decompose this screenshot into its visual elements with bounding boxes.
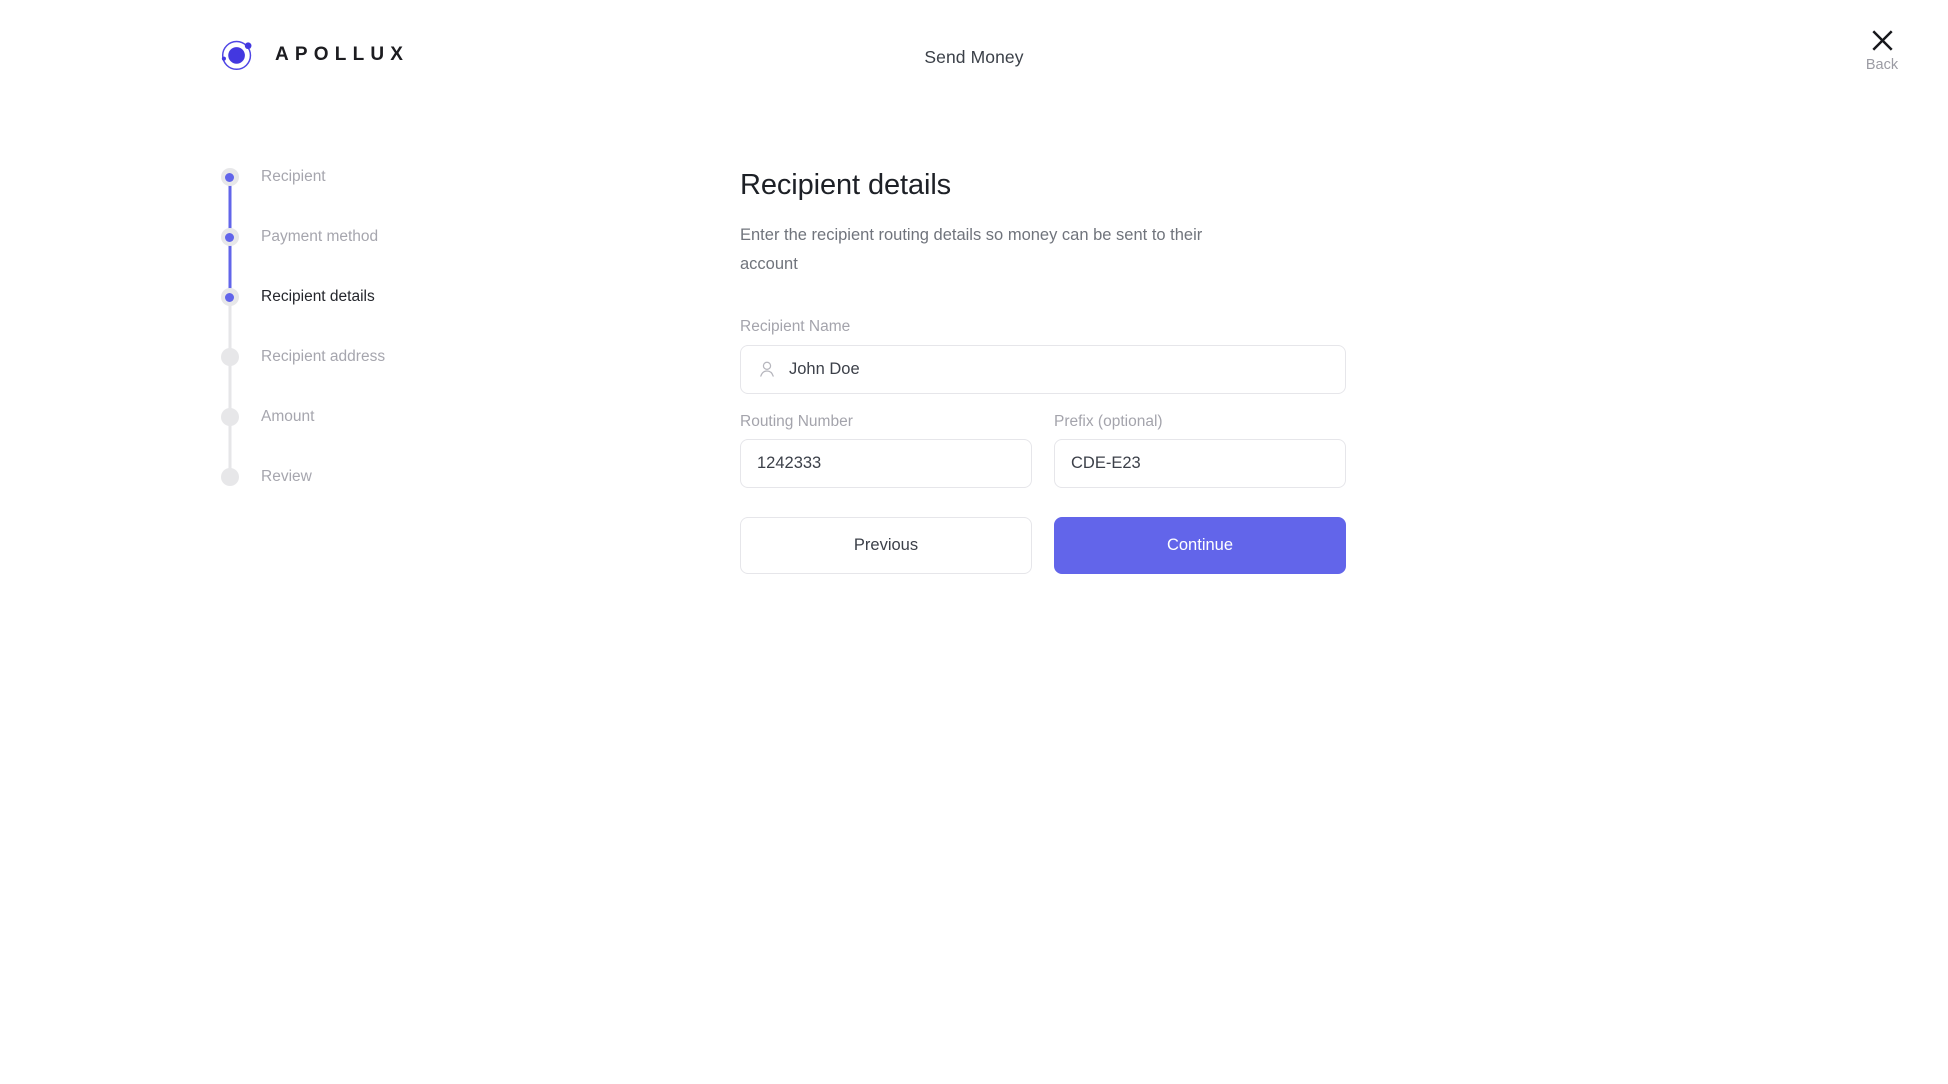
send-money-page: APOLLUX Send Money Back Recipient Paymen… (0, 0, 1948, 1084)
recipient-name-field: Recipient Name (740, 319, 1346, 394)
section-subtitle: Enter the recipient routing details so m… (740, 226, 1203, 274)
stepper-item-payment-method[interactable]: Payment method (219, 228, 549, 297)
recipient-details-form: Recipient Name Routing Number (740, 319, 1346, 575)
routing-number-input[interactable] (757, 454, 1015, 474)
prefix-input-box[interactable] (1054, 439, 1346, 489)
recipient-name-input[interactable] (789, 359, 1329, 379)
person-icon (760, 361, 774, 377)
recipient-name-input-box[interactable] (740, 344, 1346, 394)
step-rail (219, 228, 240, 297)
prefix-field: Prefix (optional) (1054, 414, 1346, 489)
routing-row: Routing Number Prefix (optional) (740, 414, 1346, 509)
step-dot (220, 168, 239, 186)
section-title: Recipient details (740, 169, 952, 201)
step-rail (219, 348, 240, 417)
stepper-label: Amount (261, 408, 315, 425)
routing-number-input-box[interactable] (740, 439, 1032, 489)
form-actions: Previous Continue (740, 517, 1346, 575)
stepper-label: Review (261, 468, 312, 485)
step-dot (220, 408, 239, 426)
stepper-item-recipient[interactable]: Recipient (219, 168, 549, 237)
stepper-label: Recipient address (261, 348, 386, 365)
stepper-item-amount[interactable]: Amount (219, 408, 549, 477)
step-rail (219, 288, 240, 357)
back-label: Back (1865, 57, 1899, 73)
step-dot (220, 468, 239, 486)
stepper-item-review[interactable]: Review (219, 468, 549, 528)
progress-stepper: Recipient Payment method Recipient detai… (219, 168, 549, 528)
step-dot (220, 288, 239, 306)
stepper-label: Recipient details (261, 288, 375, 305)
previous-button[interactable]: Previous (740, 517, 1032, 575)
step-dot (220, 348, 239, 366)
recipient-name-label: Recipient Name (740, 318, 851, 336)
page-title: Send Money (924, 47, 1024, 67)
stepper-label: Recipient (261, 168, 326, 185)
stepper-label: Payment method (261, 228, 379, 245)
main-content: Recipient details Enter the recipient ro… (740, 168, 1346, 575)
stepper-item-recipient-details[interactable]: Recipient details (219, 288, 549, 357)
page-header: APOLLUX Send Money Back (0, 0, 1948, 100)
step-rail (219, 168, 240, 237)
prefix-label: Prefix (optional) (1054, 412, 1163, 430)
continue-button[interactable]: Continue (1054, 517, 1346, 575)
step-rail (219, 468, 240, 528)
step-dot (220, 228, 239, 246)
routing-number-label: Routing Number (740, 412, 853, 430)
routing-number-field: Routing Number (740, 414, 1032, 489)
step-rail (219, 408, 240, 477)
prefix-input[interactable] (1071, 454, 1329, 474)
back-button[interactable]: Back (1816, 28, 1948, 73)
close-x-icon (1871, 30, 1893, 51)
stepper-item-recipient-address[interactable]: Recipient address (219, 348, 549, 417)
